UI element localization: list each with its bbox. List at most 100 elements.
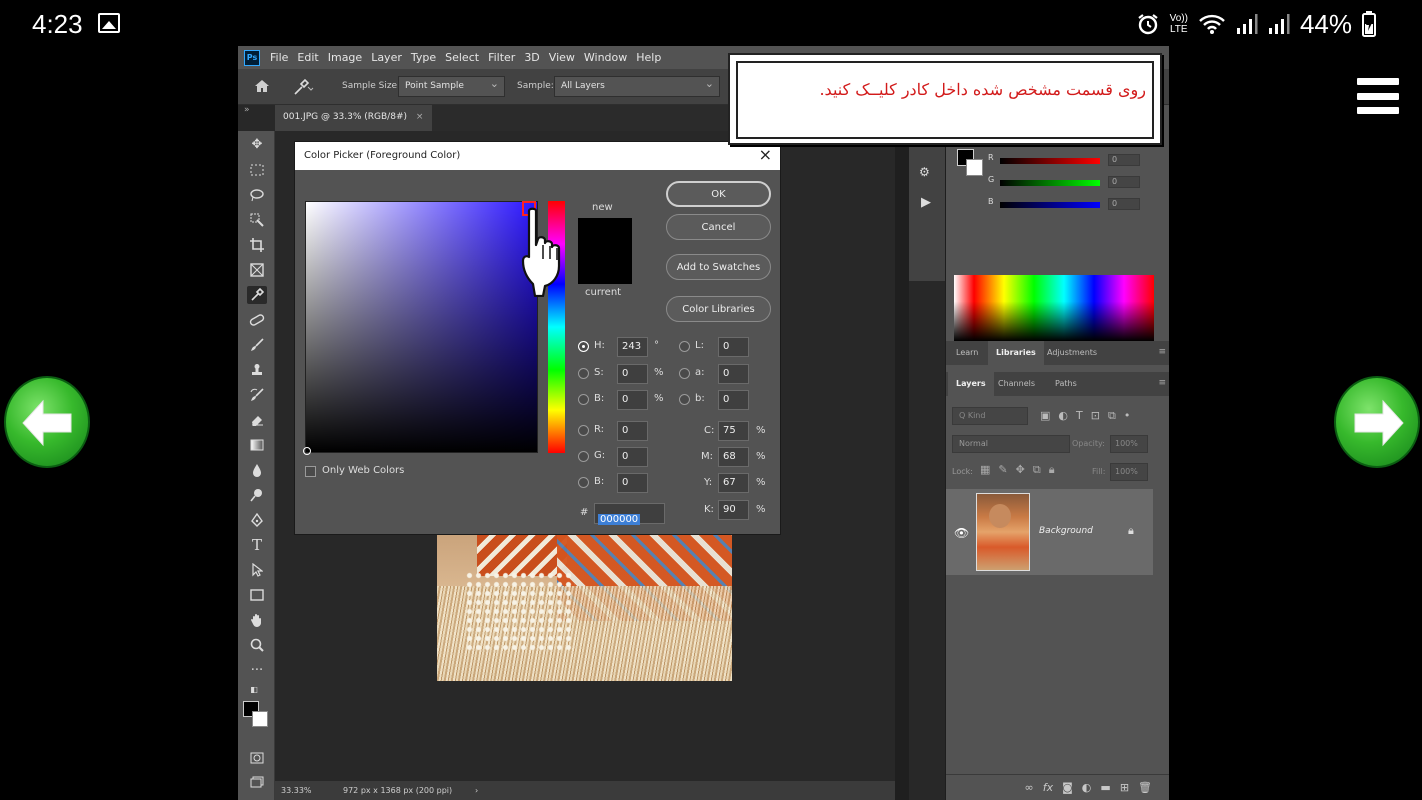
a-input[interactable]: 0 bbox=[718, 364, 749, 384]
dodge-tool-icon[interactable] bbox=[247, 486, 267, 504]
smart-filter-icon[interactable]: ⧉ bbox=[1108, 409, 1116, 423]
status-menu-arrow[interactable]: › bbox=[475, 786, 478, 795]
prev-slide-button[interactable] bbox=[4, 376, 90, 468]
yellow-input[interactable]: 67 bbox=[718, 473, 749, 493]
color-panel-background[interactable] bbox=[966, 159, 983, 176]
menu-window[interactable]: Window bbox=[584, 51, 627, 64]
lasso-tool-icon[interactable] bbox=[247, 186, 267, 204]
link-layers-icon[interactable]: ∞ bbox=[1025, 781, 1034, 794]
menu-image[interactable]: Image bbox=[328, 51, 362, 64]
layer-style-icon[interactable]: fx bbox=[1043, 781, 1053, 794]
eyedropper-tool-icon[interactable] bbox=[247, 286, 267, 304]
color-slider-g[interactable]: G 0 bbox=[988, 175, 1158, 189]
eyedropper-preset-icon[interactable] bbox=[292, 78, 314, 96]
type-filter-icon[interactable]: T bbox=[1076, 409, 1083, 423]
background-color-swatch[interactable] bbox=[252, 711, 268, 727]
cancel-button[interactable]: Cancel bbox=[666, 214, 771, 240]
tab-paths[interactable]: Paths bbox=[1047, 372, 1085, 396]
document-tab[interactable]: 001.JPG @ 33.3% (RGB/8#) × bbox=[275, 105, 432, 131]
type-tool-icon[interactable]: T bbox=[247, 536, 267, 554]
collapse-toolbar-icon[interactable]: » bbox=[244, 105, 250, 115]
radio-saturation[interactable] bbox=[578, 368, 589, 379]
tab-learn[interactable]: Learn bbox=[948, 341, 986, 365]
brush-tool-icon[interactable] bbox=[247, 336, 267, 354]
more-tools-icon[interactable]: ··· bbox=[247, 661, 267, 679]
radio-hue[interactable] bbox=[578, 341, 589, 352]
new-layer-icon[interactable]: ⊞ bbox=[1120, 781, 1129, 794]
layer-row-background[interactable]: 👁︎ Background 🔒︎ bbox=[946, 489, 1153, 575]
path-selection-tool-icon[interactable] bbox=[247, 561, 267, 579]
ok-button[interactable]: OK bbox=[666, 181, 771, 207]
blur-tool-icon[interactable] bbox=[247, 461, 267, 479]
radio-green[interactable] bbox=[578, 451, 589, 462]
radio-b[interactable] bbox=[679, 394, 690, 405]
magenta-input[interactable]: 68 bbox=[718, 447, 749, 467]
zoom-tool-icon[interactable] bbox=[247, 636, 267, 654]
lock-image-icon[interactable]: ✎ bbox=[998, 463, 1007, 477]
radio-a[interactable] bbox=[679, 368, 690, 379]
b-input[interactable]: 0 bbox=[718, 390, 749, 410]
sample-select[interactable]: All Layers bbox=[554, 76, 720, 97]
actions-play-icon[interactable]: ▶ bbox=[921, 195, 931, 210]
gradient-tool-icon[interactable] bbox=[247, 436, 267, 454]
pen-tool-icon[interactable] bbox=[247, 511, 267, 529]
object-selection-tool-icon[interactable] bbox=[247, 211, 267, 229]
close-icon[interactable]: × bbox=[759, 145, 772, 164]
lightness-input[interactable]: 0 bbox=[718, 337, 749, 357]
screen-mode-icon[interactable] bbox=[247, 773, 267, 791]
pixel-filter-icon[interactable]: ▣ bbox=[1040, 409, 1050, 423]
history-brush-tool-icon[interactable] bbox=[247, 386, 267, 404]
healing-brush-tool-icon[interactable] bbox=[247, 311, 267, 329]
menu-edit[interactable]: Edit bbox=[297, 51, 318, 64]
shape-filter-icon[interactable]: ⊡ bbox=[1091, 409, 1100, 423]
hue-input[interactable]: 243 bbox=[617, 337, 648, 357]
current-color-swatch[interactable] bbox=[578, 251, 632, 284]
panel-menu-icon[interactable]: ≡ bbox=[1158, 347, 1166, 357]
radio-blue[interactable] bbox=[578, 477, 589, 488]
sample-size-select[interactable]: Point Sample bbox=[398, 76, 505, 97]
radio-red[interactable] bbox=[578, 425, 589, 436]
menu-file[interactable]: File bbox=[270, 51, 288, 64]
menu-filter[interactable]: Filter bbox=[488, 51, 515, 64]
stamp-tool-icon[interactable] bbox=[247, 361, 267, 379]
rectangle-tool-icon[interactable] bbox=[247, 586, 267, 604]
black-input[interactable]: 90 bbox=[718, 500, 749, 520]
tab-layers[interactable]: Layers bbox=[948, 372, 994, 396]
saturation-input[interactable]: 0 bbox=[617, 364, 648, 384]
layers-menu-icon[interactable]: ≡ bbox=[1158, 378, 1166, 388]
tab-libraries[interactable]: Libraries bbox=[988, 341, 1044, 365]
frame-tool-icon[interactable] bbox=[247, 261, 267, 279]
layer-kind-filter[interactable]: Q Kind bbox=[952, 407, 1028, 425]
history-panel-icon[interactable]: ⚙ bbox=[919, 165, 930, 179]
close-tab-icon[interactable]: × bbox=[416, 112, 424, 122]
fill-input[interactable]: 100% bbox=[1110, 463, 1148, 481]
menu-3d[interactable]: 3D bbox=[524, 51, 539, 64]
dialog-titlebar[interactable]: Color Picker (Foreground Color) × bbox=[295, 142, 780, 170]
eraser-tool-icon[interactable] bbox=[247, 411, 267, 429]
lock-all-icon[interactable]: 🔒︎ bbox=[1049, 463, 1055, 477]
color-spectrum[interactable] bbox=[954, 275, 1154, 341]
color-slider-b[interactable]: B 0 bbox=[988, 197, 1158, 211]
delete-layer-icon[interactable]: 🗑︎ bbox=[1138, 781, 1152, 794]
next-slide-button[interactable] bbox=[1334, 376, 1420, 468]
saturation-brightness-field[interactable] bbox=[305, 201, 538, 453]
brightness-input[interactable]: 0 bbox=[617, 390, 648, 410]
lock-position-icon[interactable]: ✥ bbox=[1016, 463, 1025, 477]
add-to-swatches-button[interactable]: Add to Swatches bbox=[666, 254, 771, 280]
document-photo[interactable] bbox=[437, 531, 732, 681]
hand-tool-icon[interactable] bbox=[247, 611, 267, 629]
move-tool-icon[interactable]: ✥ bbox=[247, 135, 267, 153]
red-input[interactable]: 0 bbox=[617, 421, 648, 441]
adjustment-layer-icon[interactable]: ◐ bbox=[1082, 781, 1092, 794]
color-selection-marker[interactable] bbox=[303, 447, 311, 455]
hex-input[interactable]: 000000 bbox=[594, 503, 665, 525]
hamburger-icon[interactable] bbox=[1357, 78, 1399, 114]
tab-adjustments[interactable]: Adjustments bbox=[1039, 341, 1105, 365]
lock-artboard-icon[interactable]: ⧉ bbox=[1033, 463, 1041, 477]
menu-view[interactable]: View bbox=[549, 51, 575, 64]
home-icon[interactable] bbox=[254, 79, 270, 93]
adjustment-filter-icon[interactable]: ◐ bbox=[1058, 409, 1068, 423]
opacity-input[interactable]: 100% bbox=[1110, 435, 1148, 453]
filter-toggle-icon[interactable]: • bbox=[1124, 409, 1131, 423]
green-input[interactable]: 0 bbox=[617, 447, 648, 467]
